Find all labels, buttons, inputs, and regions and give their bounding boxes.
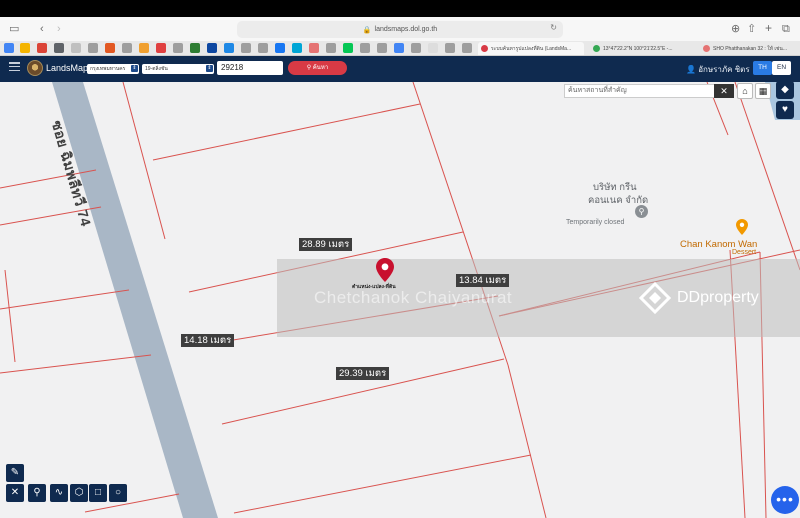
layers-icon[interactable]: ◆ xyxy=(776,82,794,99)
tools-icon[interactable]: ✕ xyxy=(6,484,24,502)
road xyxy=(52,82,218,518)
address-bar[interactable]: 🔒 landsmaps.dol.go.th ↻ xyxy=(237,21,563,38)
bookmark-icon[interactable] xyxy=(326,43,336,53)
watermark-brand: DDproperty xyxy=(677,289,759,306)
district-select[interactable]: 19-ตลิ่งชัน ⇕ xyxy=(142,64,214,74)
hamburger-icon[interactable] xyxy=(9,62,20,72)
province-value: กรุงเทพมหานคร xyxy=(90,66,126,72)
parcel-number-input[interactable]: 29218 xyxy=(217,61,283,75)
search-button-label: ค้นหา xyxy=(312,65,329,71)
pin-label: ตำแหน่ง-แปลง-ที่ดิน xyxy=(352,284,396,290)
search-button[interactable]: ⚲ ค้นหา xyxy=(288,61,347,75)
download-icon[interactable]: ⊕ xyxy=(731,22,740,36)
forward-icon[interactable]: › xyxy=(57,22,61,36)
tab-listing[interactable]: SHO Phatthanakan 32 : ให้ เช่น... xyxy=(700,42,800,55)
home-icon[interactable]: ⌂ xyxy=(737,83,753,99)
user-icon: 👤 xyxy=(686,65,699,74)
dimension-label: 14.18 เมตร xyxy=(181,334,235,347)
bookmark-icon[interactable] xyxy=(190,43,200,53)
circle-icon[interactable]: ○ xyxy=(109,484,127,502)
grid-icon[interactable]: ▦ xyxy=(755,83,771,99)
bookmark-icon[interactable] xyxy=(360,43,370,53)
more-options-button[interactable]: ••• xyxy=(771,486,799,514)
map-canvas[interactable]: ซอย ฉิมพลีทวี 74 บริษัท กรีน คอนเนค จำกั… xyxy=(0,82,800,518)
bookmark-icon[interactable] xyxy=(20,43,30,53)
square-icon[interactable]: □ xyxy=(89,484,107,502)
bookmark-icon[interactable] xyxy=(156,43,166,53)
tab-overview-icon[interactable]: ⧉ xyxy=(782,22,790,36)
bookmark-icon[interactable] xyxy=(462,43,472,53)
reload-icon[interactable]: ↻ xyxy=(550,23,557,32)
department-logo xyxy=(27,60,43,76)
screen: ▭ ‹ › ⊕ ⇧ + ⧉ 🔒 landsmaps.dol.go.th ↻ ระ… xyxy=(0,0,800,518)
polygon-icon[interactable]: ⬡ xyxy=(70,484,88,502)
tab-label: ระบบค้นหารูปแปลงที่ดิน (LandsMa... xyxy=(491,45,572,52)
sidebar-toggle-icon[interactable]: ▭ xyxy=(9,22,19,36)
ruler-icon[interactable]: ✎ xyxy=(6,464,24,482)
restaurant-icon[interactable] xyxy=(736,219,748,235)
lang-en-button[interactable]: EN xyxy=(772,61,791,75)
tab-label: 13°47'22.2"N 100°21'22.5"E -... xyxy=(603,45,673,52)
pin-icon[interactable]: ⚲ xyxy=(28,484,46,502)
dimension-label: 28.89 เมตร xyxy=(299,238,353,251)
poi-dessert-category: Dessert xyxy=(732,249,757,256)
url-text: landsmaps.dol.go.th xyxy=(374,26,438,33)
bookmark-icon[interactable] xyxy=(394,43,404,53)
bookmark-icon[interactable] xyxy=(224,43,234,53)
ddproperty-logo-icon xyxy=(639,282,671,314)
user-menu[interactable]: 👤 อักษราภัค ชิตร ⌄ xyxy=(686,63,759,76)
share-icon[interactable]: ⇧ xyxy=(747,22,756,36)
shop-icon: ⚲ xyxy=(635,205,648,218)
bookmark-icon[interactable] xyxy=(88,43,98,53)
location-pin-icon[interactable] xyxy=(376,258,394,282)
tab-landsmaps[interactable]: ระบบค้นหารูปแปลงที่ดิน (LandsMa... xyxy=(478,42,584,55)
route-icon[interactable]: ∿ xyxy=(50,484,68,502)
map-pin-icon xyxy=(481,45,488,52)
tab-bar: ระบบค้นหารูปแปลงที่ดิน (LandsMa... 13°47… xyxy=(0,41,800,56)
bookmark-icon[interactable] xyxy=(258,43,268,53)
user-name: อักษราภัค ชิตร xyxy=(698,65,750,74)
chevron-down-icon: ⇕ xyxy=(206,65,213,72)
heart-icon[interactable]: ♥ xyxy=(776,101,794,119)
bookmark-icon[interactable] xyxy=(309,43,319,53)
landmark-search-input[interactable]: ค้นหาสถานที่สำคัญ xyxy=(564,84,734,98)
new-tab-icon[interactable]: + xyxy=(765,21,772,35)
tab-label: SHO Phatthanakan 32 : ให้ เช่น... xyxy=(713,45,788,52)
chevron-down-icon: ⇕ xyxy=(131,65,138,72)
tab-coordinates[interactable]: 13°47'22.2"N 100°21'22.5"E -... xyxy=(590,42,694,55)
poi-company-status: Temporarily closed xyxy=(566,219,625,226)
back-icon[interactable]: ‹ xyxy=(40,22,44,36)
bookmark-icon[interactable] xyxy=(71,43,81,53)
title-bar xyxy=(0,0,800,17)
bookmark-icon[interactable] xyxy=(241,43,251,53)
clear-search-button[interactable]: ✕ xyxy=(714,84,734,98)
bookmark-icon[interactable] xyxy=(445,43,455,53)
bookmark-icon[interactable] xyxy=(411,43,421,53)
district-value: 19-ตลิ่งชัน xyxy=(145,66,168,72)
bookmark-icon[interactable] xyxy=(122,43,132,53)
lock-icon: 🔒 xyxy=(362,26,372,34)
map-pin-icon xyxy=(593,45,600,52)
bookmark-icon[interactable] xyxy=(139,43,149,53)
bookmark-icon[interactable] xyxy=(207,43,217,53)
dimension-label: 29.39 เมตร xyxy=(336,367,390,380)
bookmark-icon[interactable] xyxy=(4,43,14,53)
dimension-label: 13.84 เมตร xyxy=(456,274,510,287)
bookmark-icon[interactable] xyxy=(377,43,387,53)
bookmark-icon[interactable] xyxy=(54,43,64,53)
bookmark-icon[interactable] xyxy=(275,43,285,53)
province-select[interactable]: กรุงเทพมหานคร ⇕ xyxy=(87,64,139,74)
lang-th-button[interactable]: TH xyxy=(753,61,772,75)
bookmark-icon[interactable] xyxy=(105,43,115,53)
bookmark-icon[interactable] xyxy=(343,43,353,53)
bookmark-icon[interactable] xyxy=(37,43,47,53)
brand-name: LandsMaps xyxy=(46,63,93,73)
bookmark-icon[interactable] xyxy=(173,43,183,53)
bookmark-icon[interactable] xyxy=(428,43,438,53)
bookmark-icon[interactable] xyxy=(292,43,302,53)
home-icon xyxy=(703,45,710,52)
watermark-name: Chetchanok Chaiyanurat xyxy=(314,288,513,307)
